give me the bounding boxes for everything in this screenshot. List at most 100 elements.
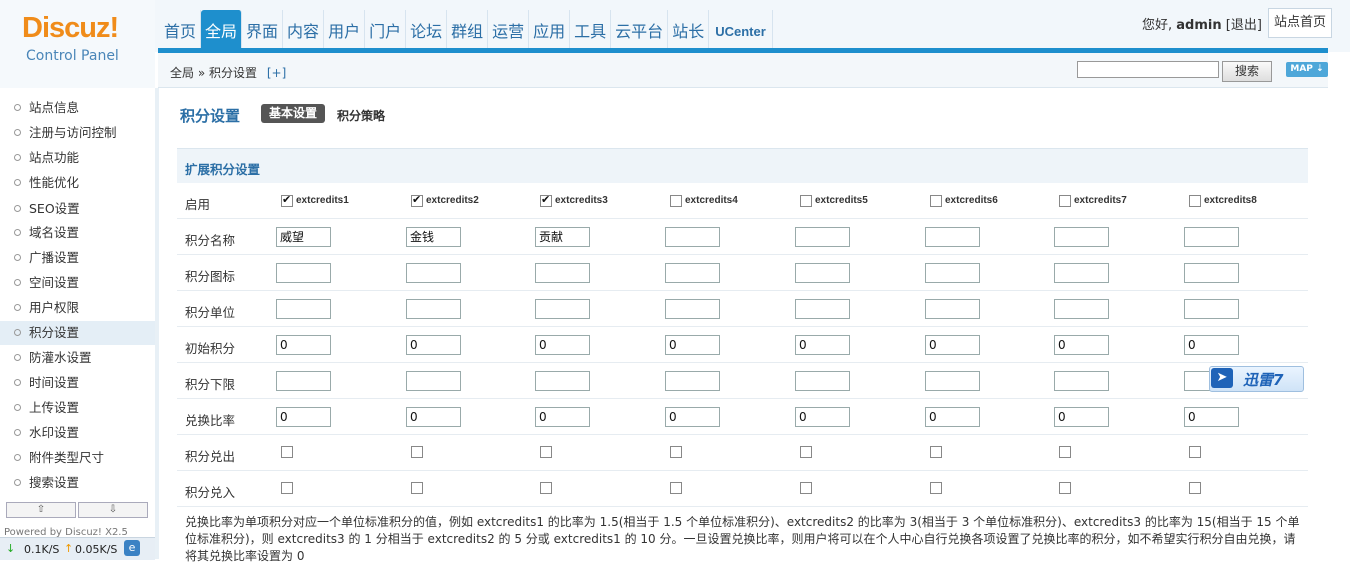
initial-input-6[interactable]: 0 [925, 335, 980, 355]
enable-checkbox-8[interactable] [1189, 195, 1201, 207]
name-input-3[interactable]: 贡献 [535, 227, 590, 247]
initial-input-4[interactable]: 0 [665, 335, 720, 355]
name-input-6[interactable] [925, 227, 980, 247]
nav-tab-webmaster[interactable]: 站长 [668, 10, 710, 48]
ratio-input-6[interactable]: 0 [925, 407, 980, 427]
initial-input-8[interactable]: 0 [1184, 335, 1239, 355]
sidebar-item-register[interactable]: 注册与访问控制 [0, 121, 155, 145]
name-input-2[interactable]: 金钱 [406, 227, 461, 247]
nav-tab-portal[interactable]: 门户 [365, 10, 407, 48]
initial-input-7[interactable]: 0 [1054, 335, 1109, 355]
in-checkbox-7[interactable] [1059, 482, 1071, 494]
sidebar-item-watermark[interactable]: 水印设置 [0, 421, 155, 445]
sidebar-item-time[interactable]: 时间设置 [0, 371, 155, 395]
icon-input-7[interactable] [1054, 263, 1109, 283]
lower-input-7[interactable] [1054, 371, 1109, 391]
sidebar-item-permissions[interactable]: 用户权限 [0, 296, 155, 320]
in-checkbox-5[interactable] [800, 482, 812, 494]
unit-input-4[interactable] [665, 299, 720, 319]
logout-link[interactable]: [退出] [1226, 18, 1262, 33]
search-button[interactable]: 搜索 [1222, 61, 1272, 82]
out-checkbox-1[interactable] [281, 446, 293, 458]
sidebar-item-attachment-size[interactable]: 附件类型尺寸 [0, 446, 155, 470]
tab-basic-settings[interactable]: 基本设置 [261, 104, 325, 123]
ratio-input-1[interactable]: 0 [276, 407, 331, 427]
in-checkbox-3[interactable] [540, 482, 552, 494]
in-checkbox-4[interactable] [670, 482, 682, 494]
breadcrumb-root[interactable]: 全局 [170, 66, 194, 80]
out-checkbox-5[interactable] [800, 446, 812, 458]
out-checkbox-6[interactable] [930, 446, 942, 458]
icon-input-3[interactable] [535, 263, 590, 283]
in-checkbox-8[interactable] [1189, 482, 1201, 494]
sidebar-item-antiflood[interactable]: 防灌水设置 [0, 346, 155, 370]
name-input-8[interactable] [1184, 227, 1239, 247]
ratio-input-7[interactable]: 0 [1054, 407, 1109, 427]
initial-input-1[interactable]: 0 [276, 335, 331, 355]
lower-input-5[interactable] [795, 371, 850, 391]
sidebar-item-search[interactable]: 搜索设置 [0, 471, 155, 495]
map-button[interactable]: MAP ⇣ [1286, 62, 1328, 77]
icon-input-4[interactable] [665, 263, 720, 283]
name-input-5[interactable] [795, 227, 850, 247]
unit-input-6[interactable] [925, 299, 980, 319]
nav-tab-style[interactable]: 界面 [242, 10, 284, 48]
site-home-select[interactable]: 站点首页 [1268, 8, 1332, 38]
initial-input-5[interactable]: 0 [795, 335, 850, 355]
scroll-down-button[interactable]: ⇩ [78, 502, 148, 518]
initial-input-2[interactable]: 0 [406, 335, 461, 355]
name-input-7[interactable] [1054, 227, 1109, 247]
sidebar-item-performance[interactable]: 性能优化 [0, 171, 155, 195]
out-checkbox-2[interactable] [411, 446, 423, 458]
name-input-1[interactable]: 威望 [276, 227, 331, 247]
sidebar-item-credits[interactable]: 积分设置 [0, 321, 155, 345]
icon-input-2[interactable] [406, 263, 461, 283]
icon-input-1[interactable] [276, 263, 331, 283]
unit-input-5[interactable] [795, 299, 850, 319]
enable-checkbox-5[interactable] [800, 195, 812, 207]
logo[interactable]: Discuz! Control Panel [0, 0, 155, 88]
lower-input-6[interactable] [925, 371, 980, 391]
tab-credit-strategy[interactable]: 积分策略 [337, 107, 385, 124]
sidebar-item-site-function[interactable]: 站点功能 [0, 146, 155, 170]
unit-input-1[interactable] [276, 299, 331, 319]
unit-input-8[interactable] [1184, 299, 1239, 319]
scroll-up-button[interactable]: ⇧ [6, 502, 76, 518]
enable-checkbox-7[interactable] [1059, 195, 1071, 207]
add-shortcut-link[interactable]: [+] [267, 66, 286, 80]
icon-input-6[interactable] [925, 263, 980, 283]
initial-input-3[interactable]: 0 [535, 335, 590, 355]
nav-tab-cloud[interactable]: 云平台 [611, 10, 669, 48]
out-checkbox-4[interactable] [670, 446, 682, 458]
in-checkbox-6[interactable] [930, 482, 942, 494]
enable-checkbox-6[interactable] [930, 195, 942, 207]
nav-tab-forum[interactable]: 论坛 [406, 10, 448, 48]
unit-input-7[interactable] [1054, 299, 1109, 319]
icon-input-8[interactable] [1184, 263, 1239, 283]
in-checkbox-2[interactable] [411, 482, 423, 494]
out-checkbox-3[interactable] [540, 446, 552, 458]
sidebar-item-broadcast[interactable]: 广播设置 [0, 246, 155, 270]
lower-input-3[interactable] [535, 371, 590, 391]
in-checkbox-1[interactable] [281, 482, 293, 494]
browser-icon[interactable]: e [124, 540, 140, 556]
sidebar-item-domain[interactable]: 域名设置 [0, 221, 155, 245]
sidebar-item-upload[interactable]: 上传设置 [0, 396, 155, 420]
enable-checkbox-1[interactable] [281, 193, 293, 207]
sidebar-item-space[interactable]: 空间设置 [0, 271, 155, 295]
enable-checkbox-4[interactable] [670, 195, 682, 207]
ratio-input-5[interactable]: 0 [795, 407, 850, 427]
nav-tab-global[interactable]: 全局 [201, 10, 243, 48]
nav-tab-group[interactable]: 群组 [447, 10, 489, 48]
ratio-input-2[interactable]: 0 [406, 407, 461, 427]
ratio-input-3[interactable]: 0 [535, 407, 590, 427]
name-input-4[interactable] [665, 227, 720, 247]
nav-tab-ucenter[interactable]: UCenter [709, 10, 773, 48]
enable-checkbox-3[interactable] [540, 193, 552, 207]
icon-input-5[interactable] [795, 263, 850, 283]
nav-tab-content[interactable]: 内容 [283, 10, 325, 48]
nav-tab-user[interactable]: 用户 [324, 10, 366, 48]
nav-tab-tools[interactable]: 工具 [570, 10, 612, 48]
nav-tab-home[interactable]: 首页 [160, 10, 202, 48]
xunlei-float-widget[interactable]: ➤ 迅雷7 [1209, 366, 1304, 392]
